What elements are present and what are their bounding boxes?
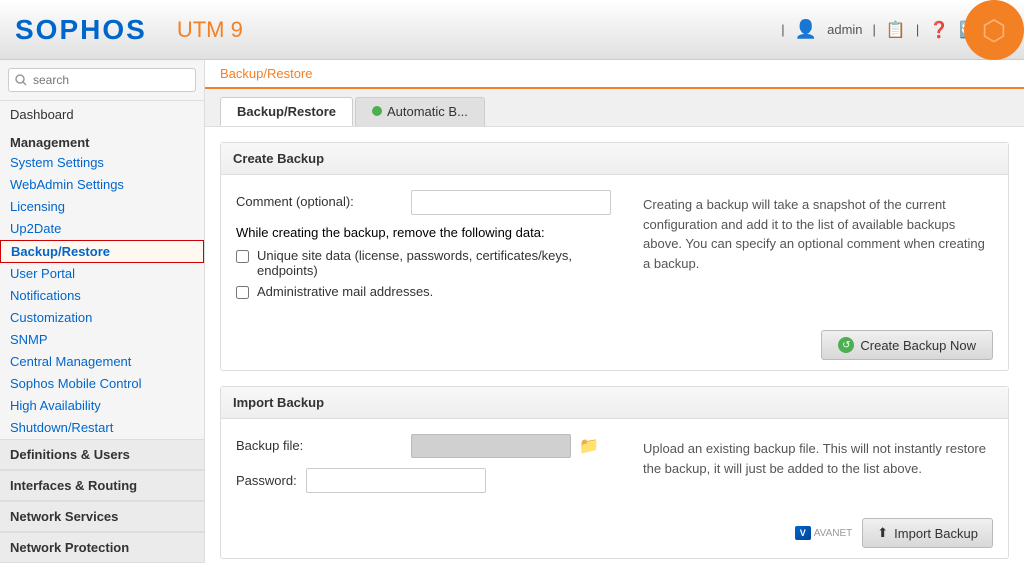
sidebar-item-licensing[interactable]: Licensing — [0, 196, 204, 218]
separator: | — [781, 22, 784, 37]
sophos-badge — [964, 0, 1024, 60]
search-container — [0, 60, 204, 101]
file-browse-icon[interactable]: 📁 — [579, 436, 599, 456]
main-content: Backup/Restore Backup/Restore Automatic … — [205, 60, 1024, 563]
avanet-badge: V AVANET — [795, 526, 853, 540]
sidebar-item-snmp[interactable]: SNMP — [0, 329, 204, 351]
password-input[interactable] — [306, 468, 486, 493]
avanet-logo: V — [795, 526, 811, 540]
separator2: | — [873, 22, 876, 37]
sidebar-category-definitions-users[interactable]: Definitions & Users — [0, 439, 204, 470]
create-backup-section: Create Backup Comment (optional): While … — [220, 142, 1009, 371]
checkbox-admin-mail-input[interactable] — [236, 286, 249, 299]
checkbox-admin-mail: Administrative mail addresses. — [236, 284, 623, 299]
status-dot-icon — [372, 106, 382, 116]
tab-backup-restore[interactable]: Backup/Restore — [220, 97, 353, 126]
sidebar-section-management: Management — [0, 129, 204, 152]
sidebar-item-system-settings[interactable]: System Settings — [0, 152, 204, 174]
checkbox-admin-mail-label: Administrative mail addresses. — [257, 284, 433, 299]
remove-data-label: While creating the backup, remove the fo… — [236, 225, 623, 240]
checkbox-unique-site-data-label: Unique site data (license, passwords, ce… — [257, 248, 623, 278]
app-layout: Dashboard Management System Settings Web… — [0, 60, 1024, 563]
file-input-box — [411, 434, 571, 458]
sidebar-item-backup-restore[interactable]: Backup/Restore — [0, 240, 204, 263]
checkbox-unique-site-data-input[interactable] — [236, 250, 249, 263]
create-backup-action-row: ↺ Create Backup Now — [221, 320, 1008, 370]
create-backup-body: Comment (optional): While creating the b… — [221, 175, 1008, 320]
tab-bar: Backup/Restore Automatic B... — [205, 89, 1024, 127]
import-backup-section: Import Backup Backup file: 📁 — [220, 386, 1009, 559]
sidebar-item-user-portal[interactable]: User Portal — [0, 263, 204, 285]
search-input[interactable] — [8, 68, 196, 92]
header: SOPHOS UTM 9 | 👤 admin | 📋 | ❓ 🔄 ⚙️ — [0, 0, 1024, 60]
create-backup-icon: ↺ — [838, 337, 854, 353]
user-icon: 👤 — [795, 19, 817, 40]
import-icon: ⬆ — [877, 525, 888, 541]
sidebar: Dashboard Management System Settings Web… — [0, 60, 205, 563]
sidebar-item-webadmin-settings[interactable]: WebAdmin Settings — [0, 174, 204, 196]
clipboard-icon[interactable]: 📋 — [886, 20, 906, 40]
import-backup-action-row: V AVANET ⬆ Import Backup — [221, 508, 1008, 558]
sidebar-item-notifications[interactable]: Notifications — [0, 285, 204, 307]
sidebar-category-network-services[interactable]: Network Services — [0, 501, 204, 532]
import-backup-button[interactable]: ⬆ Import Backup — [862, 518, 993, 548]
help-icon[interactable]: ❓ — [929, 20, 949, 40]
create-backup-header: Create Backup — [221, 143, 1008, 175]
sidebar-item-central-management[interactable]: Central Management — [0, 351, 204, 373]
password-label: Password: — [236, 473, 306, 488]
create-backup-form: Comment (optional): While creating the b… — [236, 190, 623, 305]
checkbox-unique-site-data: Unique site data (license, passwords, ce… — [236, 248, 623, 278]
import-backup-header: Import Backup — [221, 387, 1008, 419]
backup-file-label: Backup file: — [236, 434, 396, 453]
sophos-logo: SOPHOS — [15, 14, 147, 46]
import-backup-description: Upload an existing backup file. This wil… — [643, 434, 993, 493]
file-input-area: 📁 — [411, 434, 599, 458]
sidebar-item-up2date[interactable]: Up2Date — [0, 218, 204, 240]
import-backup-columns: Backup file: 📁 Password: — [236, 434, 993, 493]
separator3: | — [916, 22, 919, 37]
sidebar-item-dashboard[interactable]: Dashboard — [0, 101, 204, 129]
password-row: Password: — [236, 468, 623, 493]
tab-automatic-backup[interactable]: Automatic B... — [355, 97, 485, 126]
import-backup-body: Backup file: 📁 Password: — [221, 419, 1008, 508]
sidebar-item-sophos-mobile-control[interactable]: Sophos Mobile Control — [0, 373, 204, 395]
breadcrumb: Backup/Restore — [205, 60, 1024, 89]
comment-label: Comment (optional): — [236, 190, 396, 209]
create-backup-now-button[interactable]: ↺ Create Backup Now — [821, 330, 993, 360]
sidebar-item-customization[interactable]: Customization — [0, 307, 204, 329]
username: admin — [827, 22, 862, 37]
create-backup-description: Creating a backup will take a snapshot o… — [643, 190, 993, 305]
utm-logo: UTM 9 — [177, 17, 243, 43]
sidebar-item-shutdown-restart[interactable]: Shutdown/Restart — [0, 417, 204, 439]
comment-row: Comment (optional): — [236, 190, 623, 215]
comment-input[interactable] — [411, 190, 611, 215]
sidebar-category-interfaces-routing[interactable]: Interfaces & Routing — [0, 470, 204, 501]
import-backup-form: Backup file: 📁 Password: — [236, 434, 623, 493]
backup-file-row: Backup file: 📁 — [236, 434, 623, 458]
content-area: Create Backup Comment (optional): While … — [205, 127, 1024, 563]
create-backup-columns: Comment (optional): While creating the b… — [236, 190, 993, 305]
sidebar-category-network-protection[interactable]: Network Protection — [0, 532, 204, 563]
sidebar-item-high-availability[interactable]: High Availability — [0, 395, 204, 417]
